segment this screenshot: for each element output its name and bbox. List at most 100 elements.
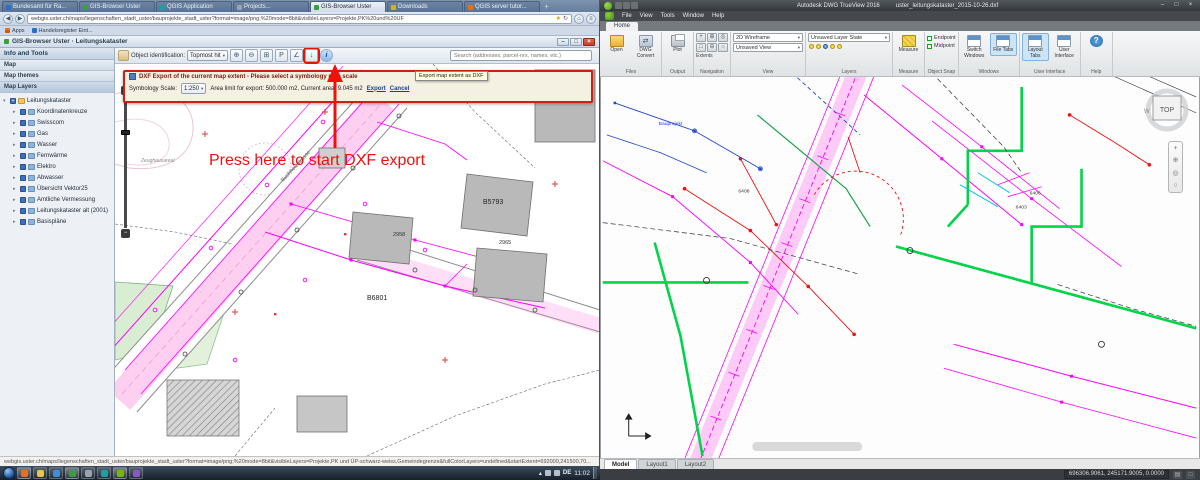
help-button[interactable]: ? bbox=[1083, 33, 1110, 49]
map-themes-header[interactable]: Map themes bbox=[0, 71, 114, 82]
tv-minimize-button[interactable]: – bbox=[1157, 1, 1168, 10]
menu-help[interactable]: Help bbox=[712, 13, 724, 19]
bookmark-item[interactable]: Handelsregister Eint... bbox=[32, 28, 93, 34]
expander-icon[interactable]: ▸ bbox=[13, 164, 18, 170]
layer-tree-root[interactable]: ▾+Leitungskataster bbox=[3, 95, 113, 106]
zoom-previous-icon[interactable]: ⊖ bbox=[707, 43, 717, 52]
nav-zoom-icon[interactable]: ⊕ bbox=[1173, 157, 1179, 164]
tv-close-button[interactable]: × bbox=[1185, 1, 1196, 10]
zoom-extents-icon[interactable]: ⊕ bbox=[707, 33, 717, 42]
user-interface-button[interactable]: User Interface bbox=[1051, 33, 1078, 61]
browser-tab-2[interactable]: GIS-Browser Uster bbox=[79, 1, 155, 12]
zoom-out-tool-icon[interactable]: ⊖ bbox=[245, 49, 258, 62]
layer-item[interactable]: ▸Fernwärme bbox=[3, 150, 113, 161]
layer-item[interactable]: ▸Wasser bbox=[3, 139, 113, 150]
expander-icon[interactable]: ▸ bbox=[13, 186, 18, 192]
tab-home[interactable]: Home bbox=[606, 22, 638, 31]
named-view-select[interactable]: Unsaved View▾ bbox=[733, 43, 803, 52]
home-button[interactable]: ⌂ bbox=[574, 14, 584, 24]
close-button[interactable]: × bbox=[583, 38, 595, 46]
drawing-canvas[interactable]: 6408 6406 6403 Bauprojekt bbox=[601, 77, 1199, 458]
layer-checkbox[interactable] bbox=[20, 175, 26, 181]
info-tools-header[interactable]: Info and Tools bbox=[0, 48, 114, 60]
zoom-out-icon[interactable]: − bbox=[121, 229, 130, 238]
pan-tool-icon[interactable] bbox=[118, 50, 129, 61]
layer-checkbox[interactable] bbox=[20, 197, 26, 203]
zoom-slider[interactable]: + − bbox=[120, 86, 131, 238]
layer-freeze-icon[interactable] bbox=[816, 44, 821, 49]
menu-tools[interactable]: Tools bbox=[661, 13, 675, 19]
measure-tool-icon[interactable]: ∠ bbox=[290, 49, 303, 62]
application-button[interactable] bbox=[605, 12, 614, 20]
layer-item[interactable]: ▸Gas bbox=[3, 128, 113, 139]
layer-on-icon[interactable] bbox=[809, 44, 814, 49]
drawing-area[interactable]: 6408 6406 6403 Bauprojekt TOP W + ⊕ ◎ ○ bbox=[600, 77, 1200, 458]
browser-tab-1[interactable]: Bundesamt für Ra... bbox=[2, 1, 78, 12]
minimize-button[interactable]: – bbox=[557, 38, 569, 46]
layer-item[interactable]: ▸Koordinatenkreuze bbox=[3, 106, 113, 117]
nav-wheel-icon[interactable]: ○ bbox=[1173, 182, 1177, 189]
taskbar-firefox[interactable] bbox=[17, 467, 31, 479]
menu-window[interactable]: Window bbox=[683, 13, 704, 19]
show-desktop-button[interactable] bbox=[593, 467, 597, 479]
browser-tab-active[interactable]: GIS-Browser Uster bbox=[310, 1, 386, 12]
layer-off-icon[interactable] bbox=[837, 44, 842, 49]
layer-lock-icon[interactable] bbox=[823, 44, 828, 49]
layout-tabs-toggle[interactable]: Layout Tabs bbox=[1022, 33, 1049, 61]
layer-item[interactable]: ▸Abwasser bbox=[3, 172, 113, 183]
expander-icon[interactable]: ▸ bbox=[13, 142, 18, 148]
expander-icon[interactable]: ▸ bbox=[13, 175, 18, 181]
taskbar-app8[interactable] bbox=[129, 467, 143, 479]
expander-icon[interactable]: ▸ bbox=[13, 109, 18, 115]
status-fullscreen-icon[interactable]: □ bbox=[1186, 471, 1195, 479]
extents-dropdown[interactable]: Extents bbox=[696, 53, 713, 59]
midpoint-snap[interactable]: Midpoint bbox=[927, 43, 956, 49]
pdf-tool-icon[interactable]: P bbox=[275, 49, 288, 62]
layer-checkbox[interactable] bbox=[20, 142, 26, 148]
tv-maximize-button[interactable]: □ bbox=[1171, 1, 1182, 10]
taskbar-ie[interactable] bbox=[49, 467, 63, 479]
expander-icon[interactable]: ▸ bbox=[13, 120, 18, 126]
layer-checkbox[interactable] bbox=[20, 109, 26, 115]
taskbar-app6[interactable] bbox=[97, 467, 111, 479]
menu-view[interactable]: View bbox=[640, 13, 653, 19]
steering-wheel-icon[interactable]: ○ bbox=[718, 43, 728, 52]
taskbar-app5[interactable] bbox=[81, 467, 95, 479]
expander-icon[interactable]: ▸ bbox=[13, 197, 18, 203]
taskbar-explorer[interactable] bbox=[33, 467, 47, 479]
map-search-input[interactable] bbox=[450, 50, 592, 61]
print-tool-icon[interactable]: ⊞ bbox=[260, 49, 273, 62]
bookmark-star-icon[interactable]: ★ bbox=[556, 16, 561, 22]
orbit-icon[interactable]: ◎ bbox=[718, 33, 728, 42]
trueview-logo-icon[interactable] bbox=[604, 2, 612, 10]
layer-isolate-icon[interactable] bbox=[830, 44, 835, 49]
menu-file[interactable]: File bbox=[622, 13, 632, 19]
layer-item[interactable]: ▸Swisscom bbox=[3, 117, 113, 128]
zoom-knob[interactable] bbox=[121, 130, 130, 135]
browser-tab-3[interactable]: QGIS Application bbox=[156, 1, 232, 12]
export-dxf-button[interactable]: ↓ bbox=[305, 49, 318, 62]
dwg-convert-button[interactable]: ⇄DWG Convert bbox=[632, 33, 659, 61]
expander-icon[interactable]: ▸ bbox=[13, 219, 18, 225]
layer-checkbox[interactable]: + bbox=[10, 98, 16, 104]
expander-icon[interactable]: ▾ bbox=[3, 98, 8, 104]
layer-checkbox[interactable] bbox=[20, 164, 26, 170]
tray-volume-icon[interactable] bbox=[554, 470, 560, 476]
reload-icon[interactable]: ↻ bbox=[563, 16, 568, 22]
cancel-button[interactable]: Cancel bbox=[390, 86, 410, 92]
zoom-track[interactable] bbox=[124, 96, 127, 228]
browser-tab-6[interactable]: Downloads bbox=[387, 1, 463, 12]
file-tabs-toggle[interactable]: File Tabs bbox=[990, 33, 1017, 56]
layer-checkbox[interactable] bbox=[20, 186, 26, 192]
plot-button[interactable]: Plot bbox=[664, 33, 691, 56]
layer-item[interactable]: ▸Leitungskataster alt (2001) bbox=[3, 205, 113, 216]
layer-checkbox[interactable] bbox=[20, 208, 26, 214]
zoom-window-icon[interactable]: □ bbox=[696, 43, 706, 52]
nav-orbit-icon[interactable]: ◎ bbox=[1172, 170, 1178, 177]
start-button[interactable] bbox=[3, 467, 15, 479]
expander-icon[interactable]: ▸ bbox=[13, 208, 18, 214]
export-button[interactable]: Export bbox=[367, 86, 386, 92]
layout1-tab[interactable]: Layout1 bbox=[638, 459, 675, 469]
viewcube-west-label[interactable]: W bbox=[1144, 109, 1150, 115]
nav-pan-icon[interactable]: + bbox=[1173, 145, 1177, 152]
